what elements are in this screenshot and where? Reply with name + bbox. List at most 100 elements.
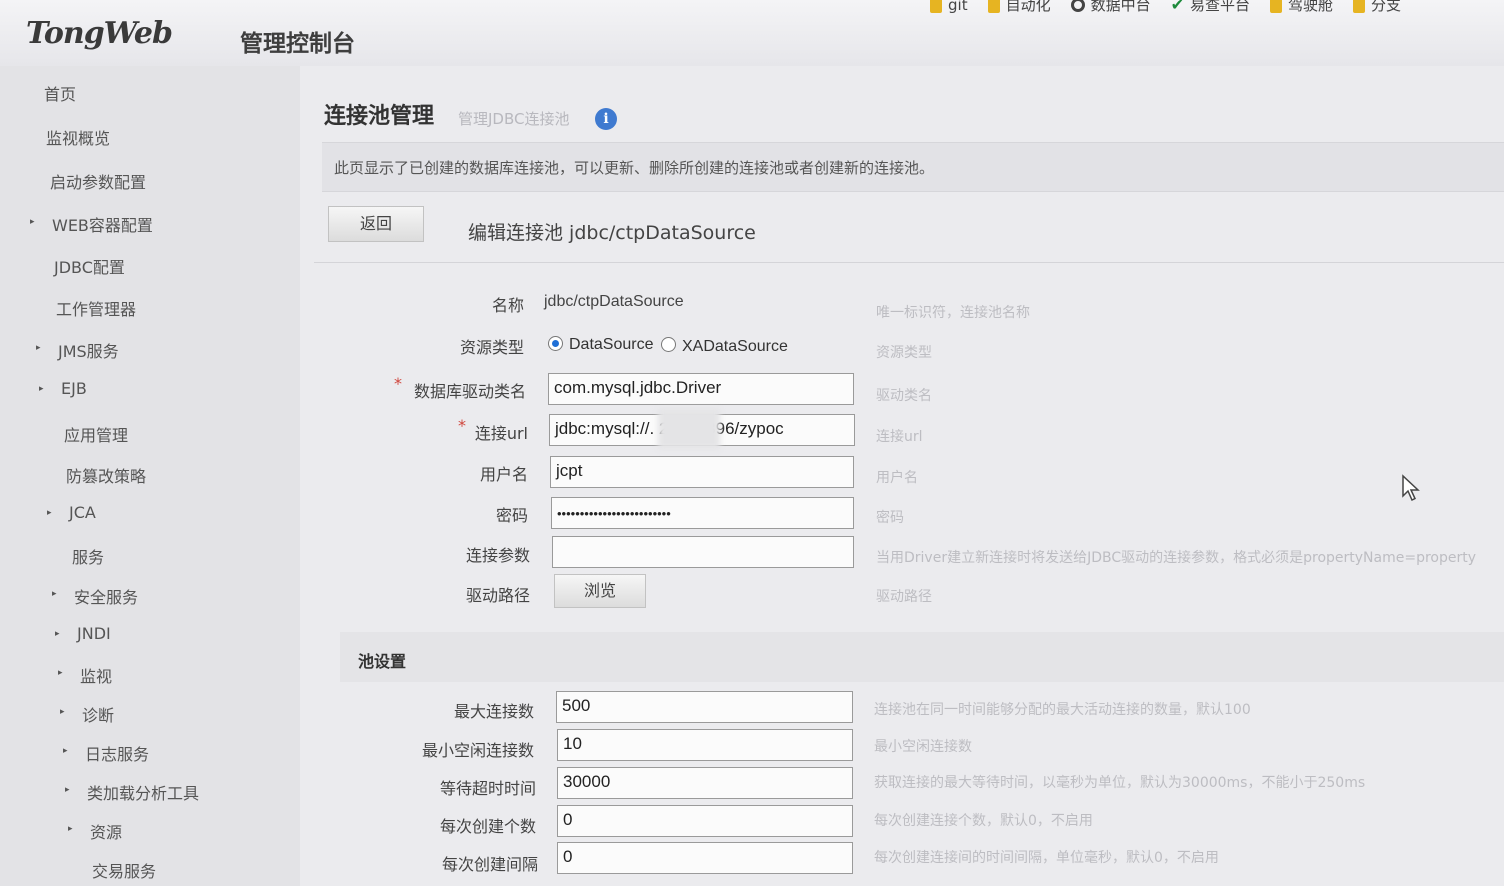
- sidebar-item-log-service[interactable]: 日志服务: [85, 741, 149, 765]
- password-hint: 密码: [876, 510, 904, 526]
- sidebar-item-monitor-overview[interactable]: 监视概览: [46, 125, 110, 149]
- page-description: 此页显示了已创建的数据库连接池，可以更新、删除所创建的连接池或者创建新的连接池。: [334, 159, 935, 177]
- bookmark-git[interactable]: git: [930, 0, 968, 15]
- max-connections-input[interactable]: 500: [556, 691, 853, 723]
- divider: [314, 262, 1504, 263]
- min-idle-label: 最小空闲连接数: [421, 741, 534, 760]
- console-title: 管理控制台: [240, 31, 355, 57]
- page-title: 连接池管理: [324, 104, 435, 129]
- name-hint: 唯一标识符，连接池名称: [876, 305, 1030, 321]
- redaction-blur: [658, 409, 720, 449]
- username-hint: 用户名: [876, 470, 918, 486]
- bookmark-cockpit[interactable]: 驾驶舱: [1270, 0, 1333, 15]
- check-icon: ✔: [1170, 0, 1185, 14]
- expand-arrow-icon[interactable]: ▸: [39, 384, 44, 394]
- sidebar-item-web-container[interactable]: WEB容器配置: [52, 212, 153, 236]
- expand-arrow-icon[interactable]: ▸: [63, 746, 68, 756]
- sidebar-item-anti-tamper[interactable]: 防篡改策略: [66, 463, 146, 487]
- max-connections-hint: 连接池在同一时间能够分配的最大活动连接的数量，默认100: [874, 702, 1251, 718]
- driver-path-hint: 驱动路径: [876, 589, 932, 605]
- min-idle-hint: 最小空闲连接数: [874, 739, 972, 755]
- wait-timeout-label: 等待超时时间: [439, 779, 536, 798]
- mouse-cursor-icon: [1402, 474, 1420, 502]
- name-label: 名称: [491, 296, 524, 315]
- sidebar-item-monitor[interactable]: 监视: [80, 663, 112, 687]
- create-interval-hint: 每次创建连接间的时间间隔，单位毫秒，默认0，不启用: [874, 850, 1219, 866]
- resource-type-label: 资源类型: [459, 338, 524, 357]
- folder-icon: [930, 0, 942, 13]
- main-content: 连接池管理 管理JDBC连接池 i 此页显示了已创建的数据库连接池，可以更新、删…: [300, 66, 1504, 886]
- back-button[interactable]: 返回: [328, 206, 424, 242]
- min-idle-input[interactable]: 10: [557, 729, 853, 761]
- folder-icon: [987, 0, 1000, 13]
- password-label: 密码: [495, 506, 528, 525]
- sidebar-item-transaction[interactable]: 交易服务: [92, 858, 156, 882]
- expand-arrow-icon[interactable]: ▸: [58, 668, 63, 678]
- pool-section-title: 池设置: [358, 652, 407, 671]
- bookmark-yicha-platform[interactable]: ✔ 易查平台: [1171, 0, 1250, 15]
- expand-arrow-icon[interactable]: ▸: [60, 707, 65, 717]
- driver-path-label: 驱动路径: [465, 586, 530, 605]
- radio-datasource[interactable]: [548, 336, 563, 351]
- sidebar-item-jca[interactable]: JCA: [69, 503, 96, 522]
- bookmark-branch[interactable]: 分支: [1353, 0, 1401, 15]
- bookmark-automation[interactable]: 自动化: [987, 0, 1051, 15]
- top-bar: TongWeb 管理控制台 git 自动化 数据中台 ✔ 易查平台 驾驶舱 分支: [0, 0, 1504, 66]
- url-hint: 连接url: [876, 429, 923, 445]
- sidebar-item-jdbc[interactable]: JDBC配置: [54, 254, 125, 278]
- pool-section-header: 池设置: [340, 632, 1504, 682]
- expand-arrow-icon[interactable]: ▸: [55, 629, 60, 639]
- sidebar-item-ejb[interactable]: EJB: [61, 379, 87, 398]
- create-count-label: 每次创建个数: [439, 817, 536, 836]
- description-panel: 此页显示了已创建的数据库连接池，可以更新、删除所创建的连接池或者创建新的连接池。: [322, 142, 1504, 192]
- tongweb-logo: TongWeb: [26, 16, 173, 51]
- sidebar-item-startup-params[interactable]: 启动参数配置: [50, 169, 146, 193]
- name-value: jdbc/ctpDataSource: [544, 293, 684, 310]
- username-label: 用户名: [479, 465, 528, 484]
- password-input[interactable]: •••••••••••••••••••••••••: [551, 497, 854, 529]
- radio-xadatasource-label: XADataSource: [682, 338, 788, 355]
- create-interval-input[interactable]: 0: [557, 842, 853, 874]
- wait-timeout-hint: 获取连接的最大等待时间，以毫秒为单位，默认为30000ms，不能小于250ms: [874, 775, 1366, 791]
- connection-params-input[interactable]: [552, 536, 854, 568]
- globe-icon: [1070, 0, 1085, 12]
- expand-arrow-icon[interactable]: ▸: [65, 785, 70, 795]
- create-count-hint: 每次创建连接个数，默认0，不启用: [874, 813, 1093, 829]
- sidebar-item-diagnose[interactable]: 诊断: [82, 702, 114, 726]
- expand-arrow-icon[interactable]: ▸: [36, 343, 41, 353]
- sidebar-item-jndi[interactable]: JNDI: [77, 624, 111, 643]
- bookmarks-bar: git 自动化 数据中台 ✔ 易查平台 驾驶舱 分支: [930, 0, 1401, 15]
- edit-heading: 编辑连接池 jdbc/ctpDataSource: [468, 222, 756, 244]
- sidebar-item-services[interactable]: 服务: [72, 544, 104, 568]
- resource-type-hint: 资源类型: [876, 345, 932, 361]
- folder-icon: [1353, 0, 1366, 13]
- wait-timeout-input[interactable]: 30000: [557, 767, 853, 799]
- sidebar-item-work-manager[interactable]: 工作管理器: [56, 296, 136, 320]
- expand-arrow-icon[interactable]: ▸: [68, 824, 73, 834]
- bookmark-data-center[interactable]: 数据中台: [1070, 0, 1151, 15]
- sidebar-item-security[interactable]: 安全服务: [74, 584, 138, 608]
- radio-datasource-label: DataSource: [569, 336, 654, 353]
- expand-arrow-icon[interactable]: ▸: [47, 508, 52, 518]
- radio-xadatasource[interactable]: [661, 337, 676, 352]
- sidebar-item-resources[interactable]: 资源: [90, 819, 122, 843]
- folder-icon: [1270, 0, 1283, 13]
- expand-arrow-icon[interactable]: ▸: [30, 217, 35, 227]
- url-label: 连接url: [474, 424, 528, 443]
- info-icon[interactable]: i: [595, 108, 617, 130]
- max-connections-label: 最大连接数: [453, 702, 534, 721]
- driver-class-label: 数据库驱动类名: [413, 382, 526, 401]
- connection-params-label: 连接参数: [465, 546, 530, 565]
- expand-arrow-icon[interactable]: ▸: [52, 589, 57, 599]
- sidebar-item-jms[interactable]: JMS服务: [58, 338, 119, 362]
- create-count-input[interactable]: 0: [557, 805, 853, 837]
- username-input[interactable]: jcpt: [550, 456, 854, 488]
- sidebar-item-classload-tool[interactable]: 类加载分析工具: [87, 780, 199, 804]
- driver-class-input[interactable]: com.mysql.jdbc.Driver: [548, 373, 854, 405]
- connection-params-hint: 当用Driver建立新连接时将发送给JDBC驱动的连接参数，格式必须是prope…: [876, 550, 1477, 566]
- sidebar-item-home[interactable]: 首页: [44, 81, 76, 105]
- page-subtitle: 管理JDBC连接池: [458, 110, 570, 128]
- browse-button[interactable]: 浏览: [554, 574, 646, 608]
- create-interval-label: 每次创建间隔: [441, 855, 538, 874]
- sidebar-item-app-management[interactable]: 应用管理: [64, 422, 128, 446]
